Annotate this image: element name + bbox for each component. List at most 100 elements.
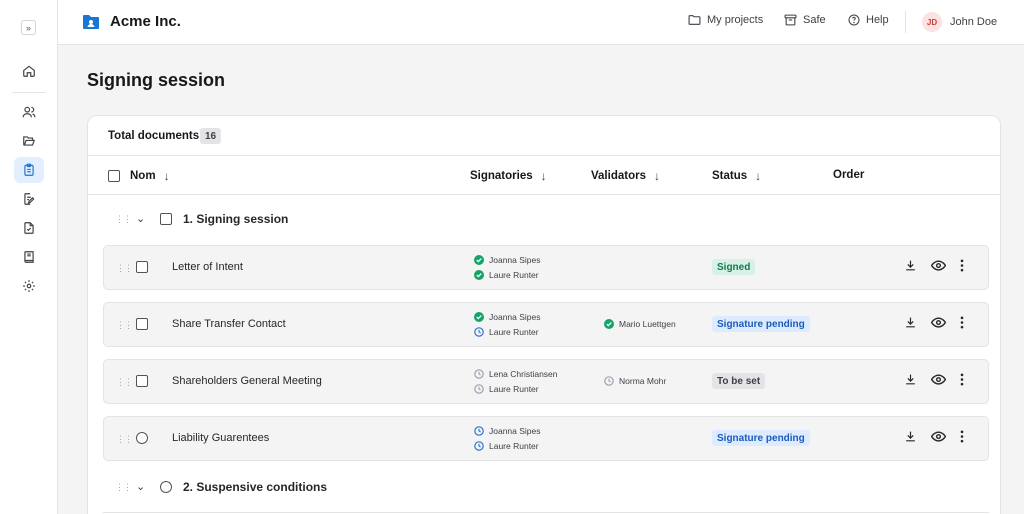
user-name: John Doe bbox=[950, 16, 998, 28]
signatories-list: Joanna Sipes Laure Runter bbox=[474, 254, 541, 281]
download-icon[interactable] bbox=[904, 259, 917, 272]
group-row: ⋮⋮ ⌄ 1. Signing session bbox=[88, 207, 1000, 233]
nav-safe-label: Safe bbox=[803, 14, 826, 26]
column-signatories[interactable]: Signatories ↓ bbox=[470, 169, 547, 183]
clock-icon bbox=[474, 426, 484, 436]
sort-arrow-icon[interactable]: ↓ bbox=[164, 169, 170, 183]
total-documents-count: 16 bbox=[200, 128, 222, 144]
signatory-name: Lena Christiansen bbox=[489, 369, 558, 379]
help-icon bbox=[848, 14, 860, 26]
clock-icon bbox=[474, 384, 484, 394]
row-checkbox[interactable] bbox=[136, 318, 148, 330]
column-name[interactable]: Nom ↓ bbox=[108, 169, 170, 183]
chevron-down-icon[interactable]: ⌄ bbox=[136, 212, 145, 225]
row-actions bbox=[904, 316, 964, 329]
column-validators-label: Validators bbox=[591, 170, 646, 182]
drag-handle-icon[interactable]: ⋮⋮ bbox=[116, 321, 133, 330]
sidebar-item-registry[interactable] bbox=[14, 244, 44, 270]
validator-name: Mario Luettgen bbox=[619, 319, 676, 329]
document-name[interactable]: Letter of Intent bbox=[172, 261, 243, 273]
column-status[interactable]: Status ↓ bbox=[712, 169, 761, 183]
signatories-list: Joanna Sipes Laure Runter bbox=[474, 311, 541, 338]
nav-my-projects[interactable]: My projects bbox=[688, 14, 763, 26]
status-badge: Signature pending bbox=[712, 316, 810, 332]
document-name[interactable]: Share Transfer Contact bbox=[172, 318, 286, 330]
table-row[interactable]: ⋮⋮ Liability Guarentees Joanna Sipes Lau… bbox=[103, 416, 989, 461]
table-row[interactable]: ⋮⋮ Shareholders General Meeting Lena Chr… bbox=[103, 359, 989, 404]
sidebar-item-home[interactable] bbox=[14, 58, 44, 84]
signatory-name: Joanna Sipes bbox=[489, 426, 541, 436]
drag-handle-icon[interactable]: ⋮⋮ bbox=[116, 378, 133, 387]
more-vertical-icon[interactable] bbox=[960, 430, 964, 443]
signatory-name: Joanna Sipes bbox=[489, 255, 541, 265]
select-all-checkbox[interactable] bbox=[108, 170, 120, 182]
signatory: Lena Christiansen bbox=[474, 368, 558, 380]
column-order-label: Order bbox=[833, 169, 865, 181]
download-icon[interactable] bbox=[904, 430, 917, 443]
row-actions bbox=[904, 373, 964, 386]
user-menu[interactable]: JD John Doe bbox=[922, 12, 997, 32]
total-documents-label: Total documents bbox=[108, 130, 200, 142]
drag-handle-icon[interactable]: ⋮⋮ bbox=[116, 264, 133, 273]
group-checkbox[interactable] bbox=[160, 213, 172, 225]
sidebar-item-folders[interactable] bbox=[14, 128, 44, 154]
nav-help-label: Help bbox=[866, 14, 889, 26]
document-name[interactable]: Shareholders General Meeting bbox=[172, 375, 322, 387]
eye-icon[interactable] bbox=[931, 373, 946, 386]
home-icon bbox=[23, 65, 35, 77]
table-row[interactable]: ⋮⋮ Letter of Intent Joanna Sipes Laure R… bbox=[103, 245, 989, 290]
row-checkbox[interactable] bbox=[136, 375, 148, 387]
eye-icon[interactable] bbox=[931, 316, 946, 329]
download-icon[interactable] bbox=[904, 316, 917, 329]
nav-my-projects-label: My projects bbox=[707, 14, 764, 26]
validator-name: Norma Mohr bbox=[619, 376, 667, 386]
row-divider bbox=[103, 512, 989, 513]
group-radio[interactable] bbox=[160, 481, 172, 493]
drag-handle-icon[interactable]: ⋮⋮ bbox=[115, 483, 132, 492]
column-validators[interactable]: Validators ↓ bbox=[591, 169, 660, 183]
drag-handle-icon[interactable]: ⋮⋮ bbox=[115, 215, 132, 224]
top-bar: Acme Inc. My projects Safe Help JD John … bbox=[58, 0, 1024, 45]
eye-icon[interactable] bbox=[931, 259, 946, 272]
sidebar-item-validated[interactable] bbox=[14, 215, 44, 241]
more-vertical-icon[interactable] bbox=[960, 373, 964, 386]
company-switcher[interactable]: Acme Inc. bbox=[82, 13, 181, 30]
download-icon[interactable] bbox=[904, 373, 917, 386]
table-row[interactable]: ⋮⋮ Share Transfer Contact Joanna Sipes L… bbox=[103, 302, 989, 347]
documents-summary: Total documents 16 bbox=[88, 116, 1000, 156]
sidebar-item-drafts[interactable] bbox=[14, 186, 44, 212]
sidebar-item-signing[interactable] bbox=[14, 157, 44, 183]
validator: Norma Mohr bbox=[604, 376, 666, 386]
sidebar-item-users[interactable] bbox=[14, 99, 44, 125]
signatory: Laure Runter bbox=[474, 383, 558, 395]
sidebar-item-settings[interactable] bbox=[14, 273, 44, 299]
document-name[interactable]: Liability Guarentees bbox=[172, 432, 269, 444]
sort-arrow-icon[interactable]: ↓ bbox=[541, 169, 547, 183]
more-vertical-icon[interactable] bbox=[960, 316, 964, 329]
signatory-name: Laure Runter bbox=[489, 384, 539, 394]
status-badge: To be set bbox=[712, 373, 766, 389]
column-signatories-label: Signatories bbox=[470, 170, 533, 182]
chevrons-right-icon: » bbox=[25, 22, 31, 33]
signatory-name: Joanna Sipes bbox=[489, 312, 541, 322]
chevron-down-icon[interactable]: ⌄ bbox=[136, 480, 145, 493]
eye-icon[interactable] bbox=[931, 430, 946, 443]
sidebar: » bbox=[0, 0, 58, 514]
column-order: Order bbox=[833, 169, 864, 181]
signatory: Joanna Sipes bbox=[474, 311, 541, 323]
expand-sidebar-button[interactable]: » bbox=[21, 20, 36, 35]
signatories-list: Lena Christiansen Laure Runter bbox=[474, 368, 558, 395]
nav-help[interactable]: Help bbox=[848, 14, 889, 26]
sort-arrow-icon[interactable]: ↓ bbox=[654, 169, 660, 183]
column-name-label: Nom bbox=[130, 170, 156, 182]
row-radio[interactable] bbox=[136, 432, 148, 444]
drag-handle-icon[interactable]: ⋮⋮ bbox=[116, 435, 133, 444]
check-circle-icon bbox=[474, 312, 484, 322]
group-label: 1. Signing session bbox=[183, 212, 289, 226]
signatory: Joanna Sipes bbox=[474, 425, 541, 437]
signatory: Laure Runter bbox=[474, 269, 541, 281]
more-vertical-icon[interactable] bbox=[960, 259, 964, 272]
nav-safe[interactable]: Safe bbox=[784, 14, 826, 26]
sort-arrow-icon[interactable]: ↓ bbox=[755, 169, 761, 183]
row-checkbox[interactable] bbox=[136, 261, 148, 273]
